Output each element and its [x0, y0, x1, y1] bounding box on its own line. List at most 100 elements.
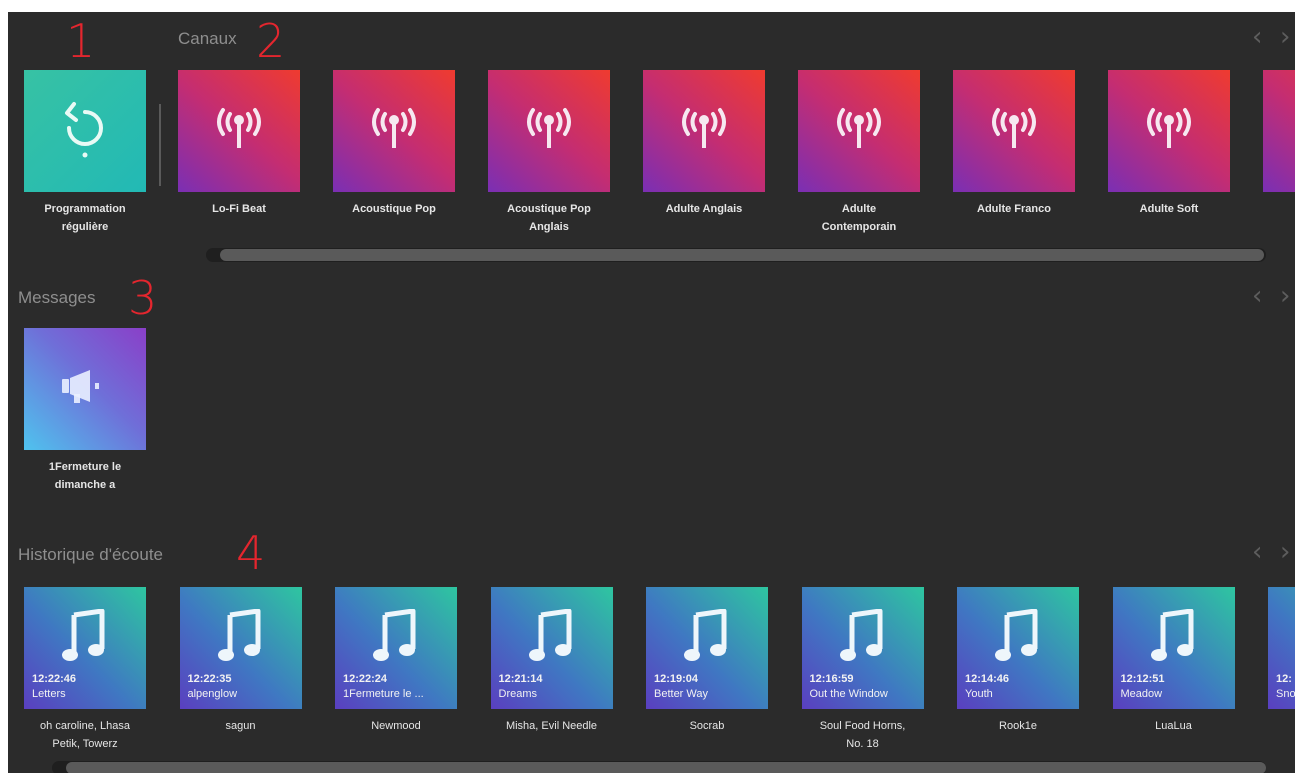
messages-next-arrow[interactable]: › [1280, 283, 1290, 309]
annotation-3: 3 [128, 271, 158, 325]
history-artist: LuaLua [1113, 717, 1235, 735]
history-tile[interactable]: 12:22:46 Letters oh caroline, Lhasa Petik, … [24, 587, 146, 753]
radio-antenna-icon [837, 108, 881, 148]
channel-label-line1: Lo-Fi Beat [212, 203, 266, 215]
channel-tile[interactable]: Adulte Contemporain [798, 70, 920, 236]
history-thumbnail: 12:14:46 Youth [957, 587, 1079, 709]
radio-antenna-icon [372, 108, 416, 148]
annotation-1: 1 [66, 14, 96, 68]
history-artist-line1: q [1268, 717, 1295, 735]
regular-schedule-tile[interactable]: Programmation régulière [24, 70, 146, 236]
channel-thumbnail [178, 70, 300, 192]
channel-thumbnail [643, 70, 765, 192]
channel-label: Adulte Contemporain [798, 200, 920, 236]
channel-label: Adulte Anglais [643, 200, 765, 218]
history-prev-arrow[interactable]: ‹ [1252, 539, 1262, 565]
history-tile[interactable]: 12:22:24 1Fermeture le ... Newmood [335, 587, 457, 735]
history-title: Letters [32, 688, 66, 700]
music-note-icon [995, 609, 1038, 661]
history-time: 12:16:59 [809, 673, 854, 685]
history-time: 12:12:51 [1120, 673, 1165, 685]
channel-tile[interactable]: Acoustique Pop [333, 70, 455, 218]
music-note-icon [839, 609, 882, 661]
history-scroll-thumb[interactable] [66, 762, 1266, 773]
channels-next-arrow[interactable]: › [1280, 24, 1290, 50]
history-thumbnail: 12:19:04 Better Way [646, 587, 768, 709]
channel-label: Adulte Soft [1108, 200, 1230, 218]
channel-thumbnail [1108, 70, 1230, 192]
channel-tile[interactable]: Acoustique Pop Anglais [488, 70, 610, 236]
history-title: Out the Window [809, 688, 888, 700]
history-thumbnail: 12:12:51 Meadow [1112, 587, 1235, 709]
history-artist-line1: Soul Food Horns, [819, 720, 906, 732]
channel-label-line1: A [1263, 200, 1295, 218]
channel-tile[interactable]: Adulte Soft [1108, 70, 1230, 218]
channel-tile[interactable]: A [1263, 70, 1295, 218]
history-tile[interactable]: 12:19:04 Better Way Socrab [646, 587, 768, 735]
schedule-label-line2: régulière [61, 221, 109, 233]
music-note-icon [62, 609, 105, 661]
history-title: Youth [965, 688, 993, 700]
channel-thumbnail [798, 70, 920, 192]
messages-prev-arrow[interactable]: ‹ [1252, 283, 1262, 309]
history-artist-line1: Socrab [689, 720, 725, 732]
channel-label-line1: Acoustique Pop [507, 203, 591, 215]
history-time: 12:14:46 [965, 673, 1010, 685]
history-time: 12:22:24 [343, 673, 388, 685]
music-note-icon [528, 609, 571, 661]
channel-thumbnail [1263, 70, 1295, 192]
channel-label-line2: Anglais [529, 221, 569, 233]
radio-antenna-icon [527, 108, 571, 148]
history-artist-line1: Newmood [371, 720, 421, 732]
annotation-2: 2 [256, 14, 286, 68]
annotation-4: 4 [236, 526, 266, 580]
history-time: 12:22:35 [187, 673, 232, 685]
history-tile[interactable]: 12:14:46 Youth Rook1e [957, 587, 1079, 735]
history-title: Meadow [1120, 688, 1163, 700]
history-title: alpenglow [187, 688, 238, 700]
message-label-line1: 1Fermeture le [48, 461, 122, 473]
history-scrollbar[interactable] [52, 761, 1266, 773]
history-artist-line1: Rook1e [999, 720, 1037, 732]
history-tile[interactable]: 12:16:59 Out the Window Soul Food Horns, No… [801, 587, 924, 753]
channel-label-line1: Adulte Anglais [665, 203, 743, 215]
music-note-icon [1150, 609, 1193, 661]
history-artist: sagun [180, 717, 302, 735]
history-tile[interactable]: 12:21:14 Dreams Misha, Evil Needle [490, 587, 613, 735]
history-time: 12:22:46 [32, 673, 77, 685]
channel-tile[interactable]: Adulte Anglais [643, 70, 765, 218]
history-tile[interactable]: 12:22:35 alpenglow sagun [179, 587, 302, 735]
history-artist: oh caroline, Lhasa Petik, Towerz [24, 717, 146, 753]
radio-antenna-icon [682, 108, 726, 148]
history-artist: Soul Food Horns, No. 18 [802, 717, 924, 753]
history-artist-line1: LuaLua [1155, 720, 1192, 732]
channel-label: Lo-Fi Beat [178, 200, 300, 218]
channels-scrollbar[interactable] [206, 248, 1266, 262]
history-tile[interactable]: 12:12:51 Meadow LuaLua [1112, 587, 1235, 735]
history-artist-line1: oh caroline, Lhasa [40, 720, 130, 732]
channel-label: Acoustique Pop Anglais [488, 200, 610, 236]
radio-antenna-icon [992, 108, 1036, 148]
message-tile[interactable]: 1Fermeture le dimanche a [24, 328, 146, 494]
schedule-divider [159, 104, 161, 186]
channels-section-title: Canaux [178, 29, 237, 48]
channel-tile[interactable]: Lo-Fi Beat [178, 70, 300, 218]
channels-prev-arrow[interactable]: ‹ [1252, 24, 1262, 50]
history-tile[interactable]: 12: Sno q [1268, 587, 1295, 735]
history-time: 12:19:04 [654, 673, 699, 685]
channel-label-line1: Adulte [841, 203, 877, 215]
history-title: Better Way [654, 688, 708, 700]
channel-label: Acoustique Pop [333, 200, 455, 218]
history-title: Dreams [498, 688, 538, 700]
radio-antenna-icon [1147, 108, 1191, 148]
message-label: 1Fermeture le dimanche a [24, 458, 146, 494]
history-title: 1Fermeture le ... [343, 688, 424, 700]
channel-label: A [1263, 200, 1295, 218]
music-note-icon [373, 609, 416, 661]
channel-thumbnail [953, 70, 1075, 192]
schedule-thumbnail [24, 70, 146, 192]
history-next-arrow[interactable]: › [1280, 539, 1290, 565]
radio-antenna-icon [217, 108, 261, 148]
channels-scroll-thumb[interactable] [220, 249, 1264, 261]
channel-tile[interactable]: Adulte Franco [953, 70, 1075, 218]
